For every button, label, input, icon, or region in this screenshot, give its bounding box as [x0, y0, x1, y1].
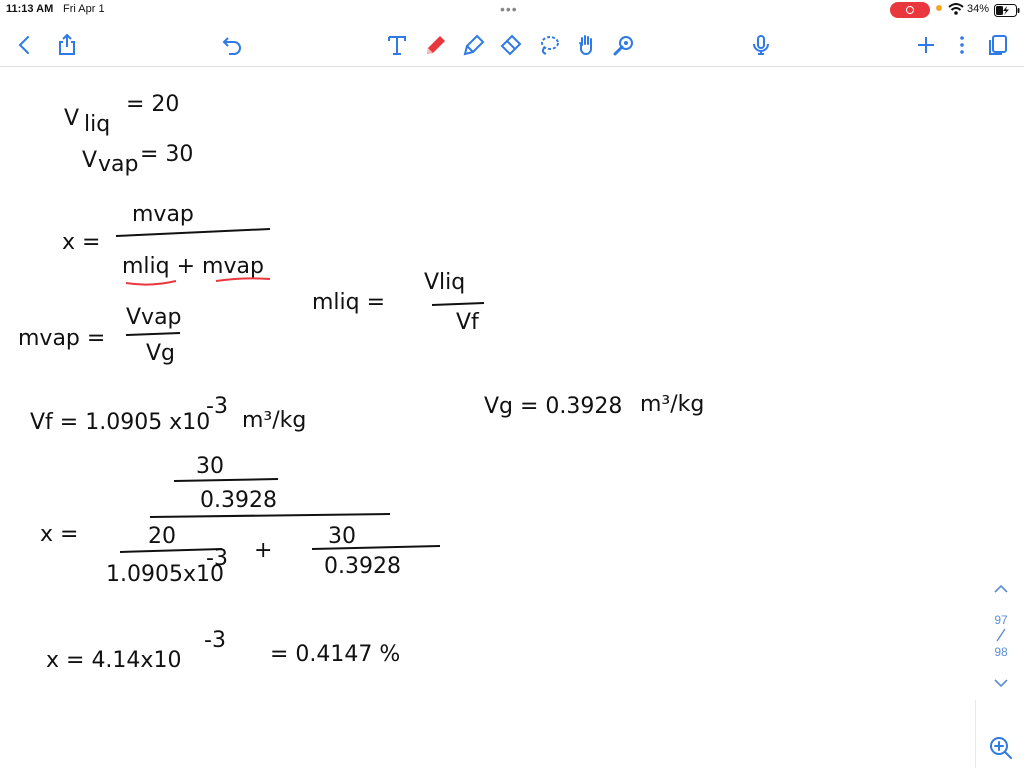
eq4-num: Vvap	[126, 305, 182, 330]
back-icon[interactable]	[12, 32, 38, 58]
wifi-icon	[948, 3, 964, 15]
lasso-icon[interactable]	[536, 32, 562, 58]
eq4-den: Vg	[146, 341, 175, 366]
frac-bl-num: 20	[148, 524, 176, 549]
more-icon[interactable]	[949, 32, 975, 58]
laser-pointer-icon[interactable]	[611, 32, 637, 58]
handwriting-layer: V liq = 20 V vap = 30 x = mvap mliq + mv…	[18, 92, 704, 673]
status-bar: 11:13 AM Fri Apr 1 ••• 34%	[0, 0, 1024, 22]
eq4-lhs: mvap =	[18, 326, 105, 351]
eq5-num: Vliq	[424, 270, 465, 295]
status-date: Fri Apr 1	[63, 3, 105, 15]
text-tool-icon[interactable]	[384, 32, 410, 58]
frac-bl-exponent: -3	[206, 546, 228, 571]
screen-recording-icon[interactable]	[890, 2, 930, 18]
frac-top-num: 30	[196, 454, 224, 479]
eq3-num: mvap	[132, 202, 194, 227]
share-icon[interactable]	[54, 32, 80, 58]
eq5-lhs: mliq =	[312, 290, 385, 315]
result-lhs: x = 4.14x10	[46, 648, 181, 673]
eq3-den: mliq + mvap	[122, 254, 264, 279]
result-exponent: -3	[204, 628, 226, 653]
hand-icon[interactable]	[574, 32, 600, 58]
eq3-lhs: x =	[62, 230, 100, 255]
undo-icon[interactable]	[219, 32, 245, 58]
vf-value: Vf = 1.0905 x10	[30, 410, 210, 435]
result-rhs: = 0.4147 %	[270, 642, 400, 667]
page-separator-icon	[996, 628, 1006, 642]
line2-lhs: V	[82, 148, 97, 173]
multitask-dots-icon[interactable]: •••	[500, 1, 518, 17]
x-lhs: x =	[40, 522, 78, 547]
line1-sub: liq	[84, 112, 110, 137]
zoom-in-icon[interactable]	[985, 733, 1017, 763]
line1-lhs: V	[64, 106, 79, 131]
status-time: 11:13 AM	[6, 3, 54, 15]
vf-exponent: -3	[206, 394, 228, 419]
eq5-den: Vf	[456, 310, 480, 335]
add-icon[interactable]	[913, 32, 939, 58]
total-pages: 98	[994, 645, 1008, 659]
battery-percent: 34%	[967, 3, 990, 15]
divider	[975, 700, 976, 768]
current-page: 97	[994, 613, 1008, 627]
vg-value: Vg = 0.3928	[484, 394, 622, 419]
mic-indicator-icon	[936, 5, 942, 11]
battery-charging-icon	[994, 4, 1020, 17]
frac-top-den: 0.3928	[200, 488, 277, 513]
toolbar	[0, 24, 1024, 67]
page-down-icon[interactable]	[991, 676, 1011, 690]
eraser-icon[interactable]	[498, 32, 524, 58]
line2-rhs: = 30	[140, 142, 193, 167]
page-up-icon[interactable]	[991, 582, 1011, 596]
plus-sign: +	[254, 538, 272, 563]
line1-rhs: = 20	[126, 92, 179, 117]
pages-icon[interactable]	[985, 32, 1011, 58]
frac-br-num: 30	[328, 524, 356, 549]
line2-sub: vap	[98, 152, 138, 177]
microphone-icon[interactable]	[748, 32, 774, 58]
pen-icon[interactable]	[423, 32, 449, 58]
frac-br-den: 0.3928	[324, 554, 401, 579]
highlighter-icon[interactable]	[461, 32, 487, 58]
note-canvas[interactable]: V liq = 20 V vap = 30 x = mvap mliq + mv…	[0, 67, 1024, 768]
vf-unit: m³/kg	[242, 408, 306, 433]
vg-unit: m³/kg	[640, 392, 704, 417]
